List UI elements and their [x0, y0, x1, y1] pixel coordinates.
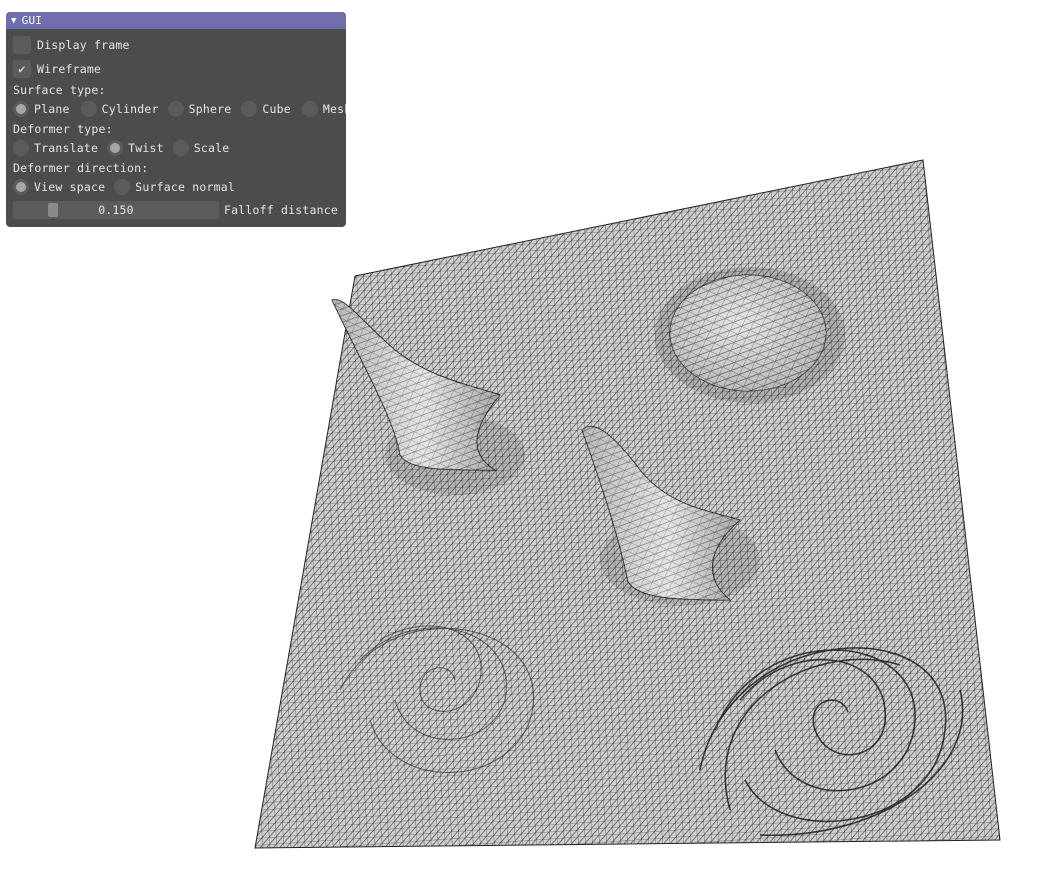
radio-view-space[interactable]: View space — [13, 179, 105, 195]
triangle-down-icon[interactable]: ▼ — [11, 16, 17, 26]
gui-title-bar[interactable]: ▼ GUI — [6, 12, 346, 29]
radio-plane[interactable]: Plane — [13, 101, 70, 117]
radio-scale-label: Scale — [193, 141, 230, 155]
surface-type-heading: Surface type: — [13, 83, 106, 97]
radio-surface-normal[interactable]: Surface normal — [114, 179, 235, 195]
wireframe-label: Wireframe — [37, 62, 102, 76]
radio-sphere-label: Sphere — [188, 102, 232, 116]
falloff-value: 0.150 — [98, 203, 134, 217]
gui-title: GUI — [21, 14, 43, 27]
falloff-slider-grab[interactable] — [48, 203, 58, 217]
surface-type-label: Surface type: — [13, 83, 106, 97]
checkmark-icon: ✔ — [18, 62, 26, 76]
radio-mesh-label: Mesh — [322, 102, 346, 116]
falloff-label: Falloff distance — [224, 203, 338, 217]
display-frame-checkbox[interactable] — [13, 36, 31, 54]
deformer-direction-heading: Deformer direction: — [13, 161, 148, 175]
display-frame-label: Display frame — [37, 38, 130, 52]
radio-cylinder[interactable]: Cylinder — [80, 101, 159, 117]
surface-type-radios: Plane Cylinder Sphere Cube Mesh — [13, 101, 346, 117]
radio-mesh[interactable]: Mesh — [301, 101, 346, 117]
wireframe-checkbox[interactable]: ✔ — [13, 60, 31, 78]
radio-cube-label: Cube — [262, 102, 291, 116]
sphere-bump — [669, 274, 827, 392]
radio-surface-normal-label: Surface normal — [135, 180, 235, 194]
radio-cylinder-label: Cylinder — [101, 102, 159, 116]
deformer-type-label: Deformer type: — [13, 122, 113, 136]
falloff-slider[interactable]: 0.150 — [13, 201, 219, 219]
radio-view-space-label: View space — [34, 180, 106, 194]
radio-translate[interactable]: Translate — [13, 140, 98, 156]
deformer-direction-label: Deformer direction: — [13, 161, 149, 175]
gui-panel: ▼ GUI Display frame ✔ Wireframe Surface … — [6, 12, 346, 227]
falloff-row: 0.150 Falloff distance — [13, 201, 338, 219]
radio-plane-label: Plane — [34, 102, 70, 116]
deformer-direction-radios: View space Surface normal — [13, 179, 236, 195]
display-frame-row[interactable]: Display frame — [13, 36, 130, 54]
radio-twist[interactable]: Twist — [107, 140, 164, 156]
radio-scale[interactable]: Scale — [172, 140, 230, 156]
radio-cube[interactable]: Cube — [241, 101, 291, 117]
wireframe-row[interactable]: ✔ Wireframe — [13, 60, 101, 78]
radio-twist-label: Twist — [128, 141, 164, 155]
radio-translate-label: Translate — [34, 141, 99, 155]
deformer-type-heading: Deformer type: — [13, 122, 113, 136]
deformer-type-radios: Translate Twist Scale — [13, 140, 230, 156]
radio-sphere[interactable]: Sphere — [167, 101, 232, 117]
